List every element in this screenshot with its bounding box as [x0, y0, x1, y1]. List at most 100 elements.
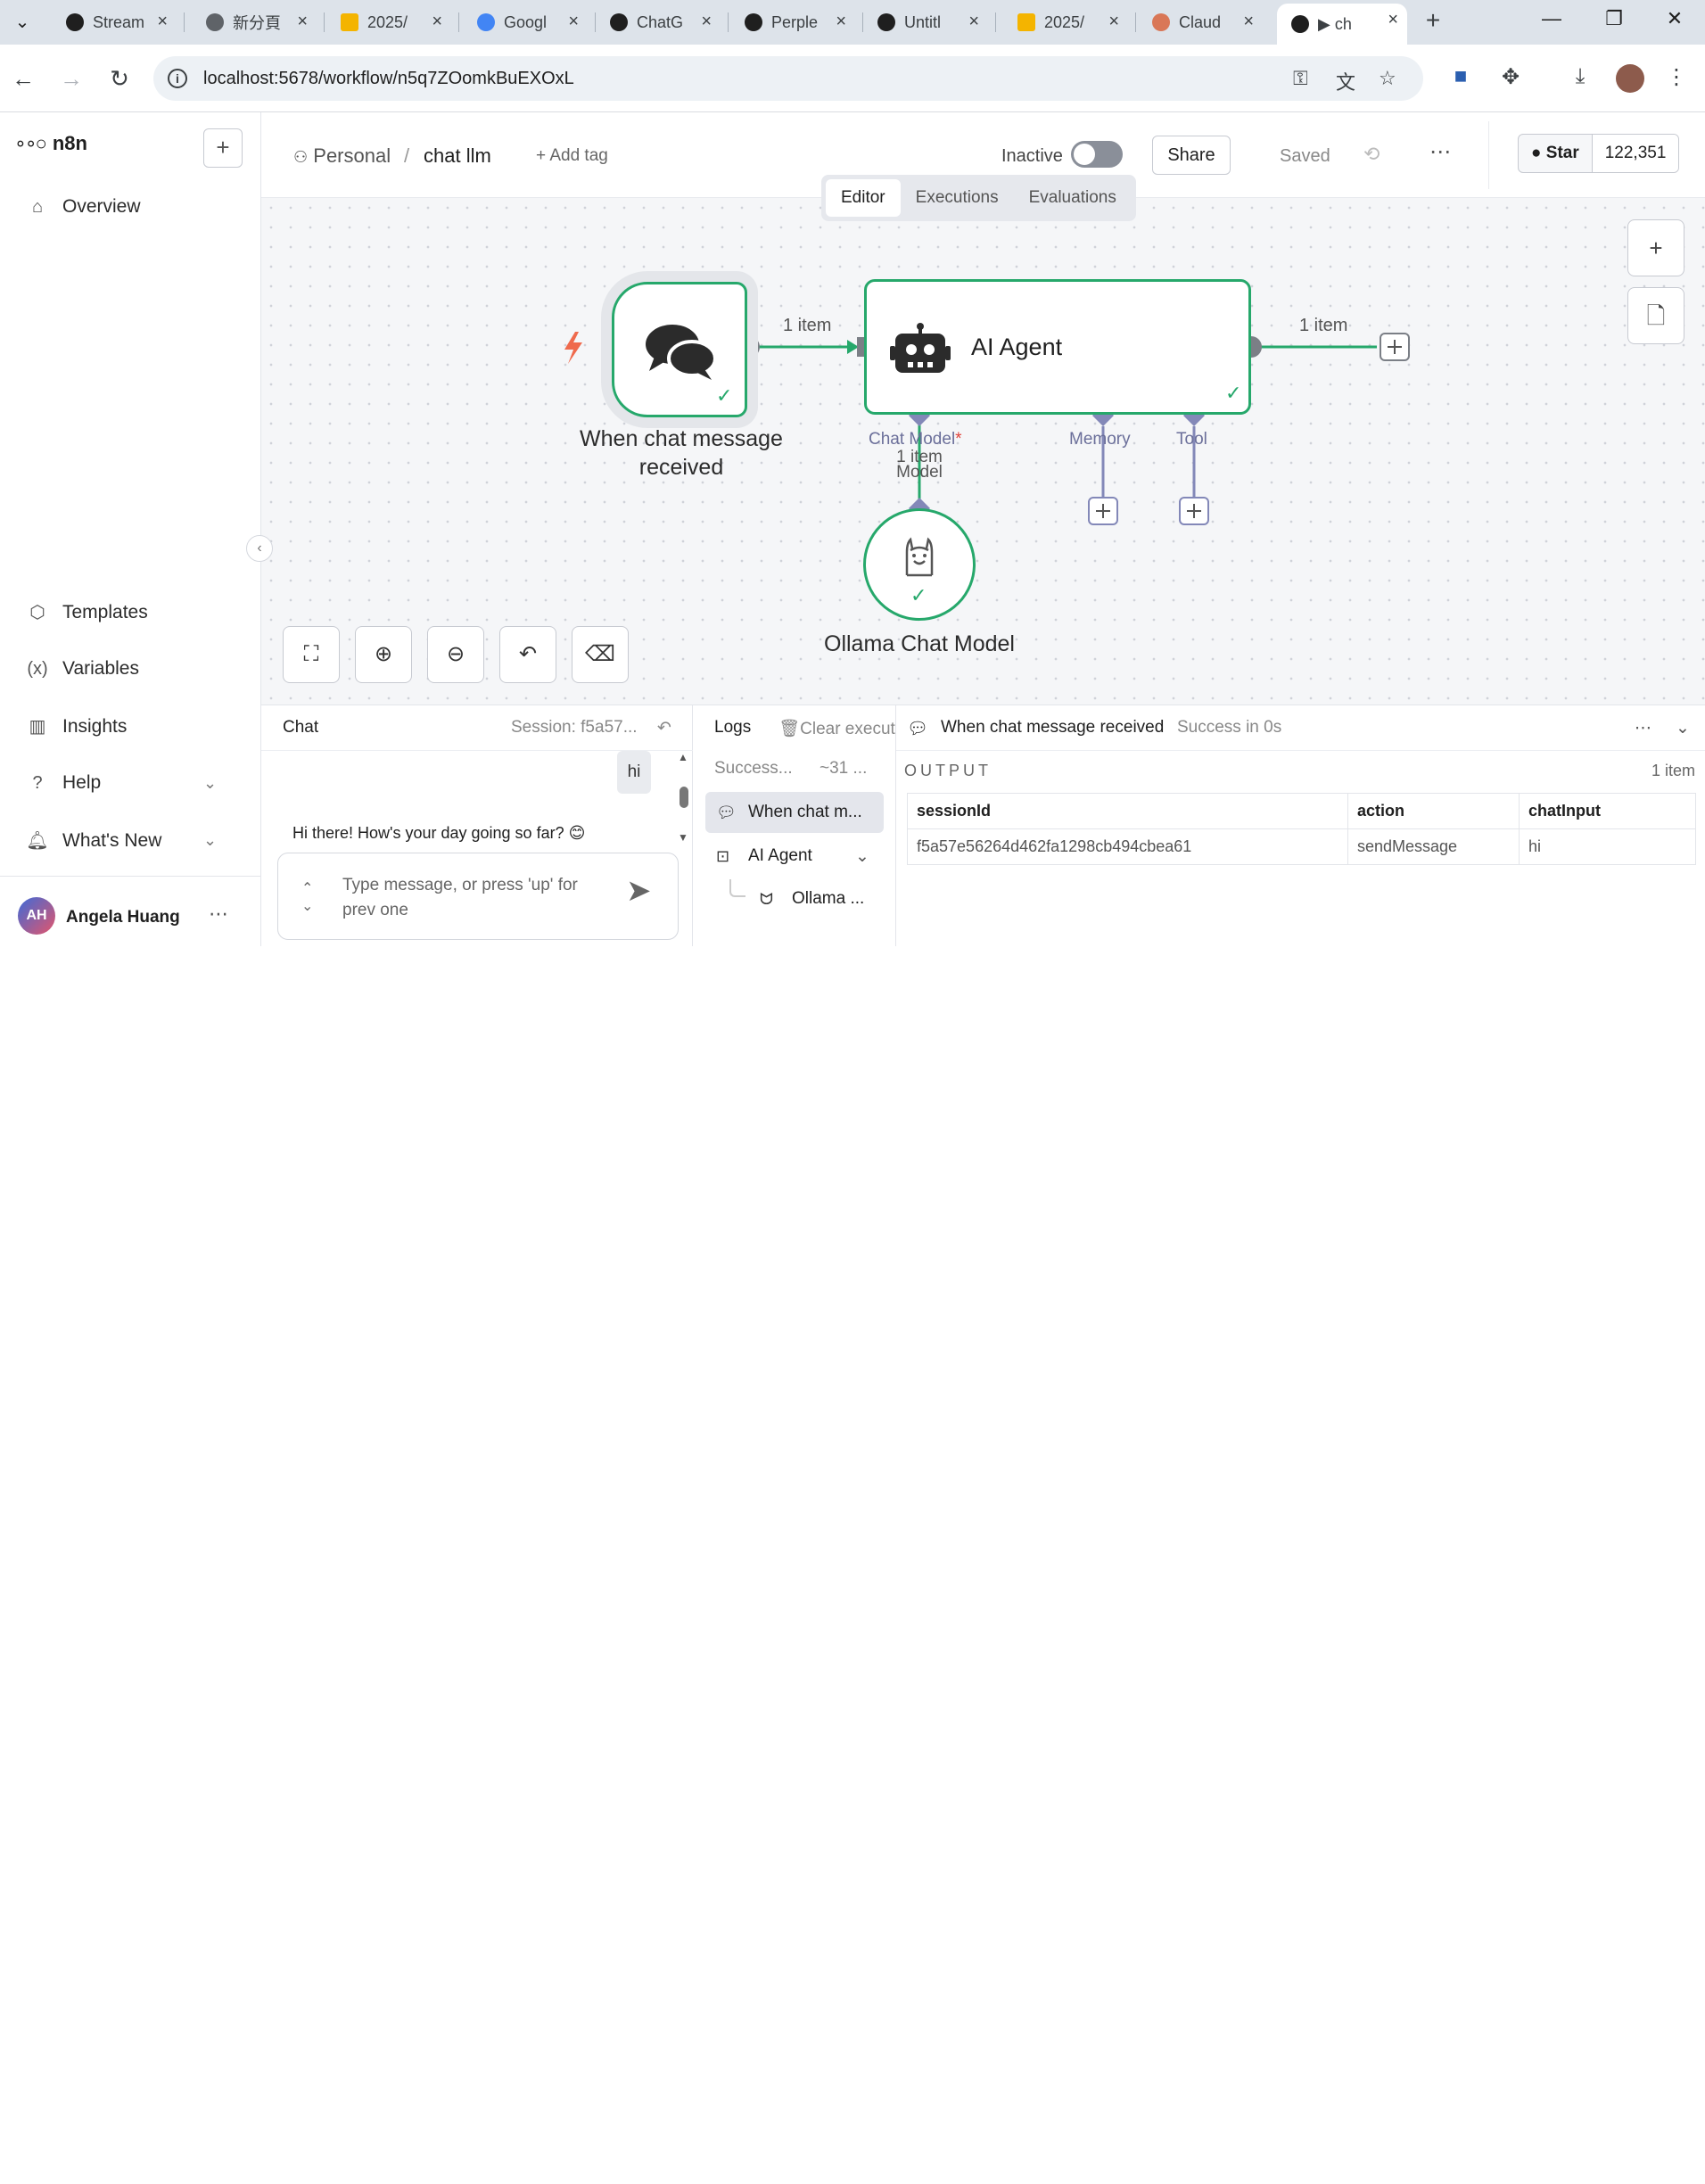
tidy-up-button[interactable]: ⌫ — [572, 626, 629, 683]
add-node-button[interactable]: + — [1627, 219, 1684, 276]
sidebar-item-whats-new[interactable]: 🔔︎ What's New ⌄ — [25, 829, 217, 852]
chat-input-placeholder[interactable]: Type message, or press 'up' for prev one — [342, 873, 610, 923]
history-icon[interactable]: ⟲ — [1363, 143, 1380, 166]
github-icon: ● — [1531, 144, 1542, 162]
tab-active[interactable]: ▶ ch × — [1277, 4, 1407, 45]
tab-editor[interactable]: Editor — [826, 179, 901, 217]
profile-avatar[interactable] — [1616, 64, 1644, 93]
close-tab-icon[interactable]: × — [157, 12, 168, 32]
n8n-logo[interactable]: ∘∘○ n8n — [14, 132, 87, 155]
tab-executions[interactable]: Executions — [901, 179, 1014, 217]
create-button[interactable]: + — [203, 128, 243, 168]
reset-zoom-button[interactable]: ↶ — [499, 626, 556, 683]
share-button[interactable]: Share — [1152, 136, 1231, 175]
close-tab-icon[interactable]: × — [1388, 10, 1398, 30]
extension-app-icon[interactable]: ■ — [1446, 64, 1475, 89]
browser-tab[interactable]: 新分頁 × — [192, 5, 317, 39]
address-bar[interactable]: i localhost:5678/workflow/n5q7ZOomkBuEXO… — [153, 56, 1423, 101]
panel-collapse-chevron-icon[interactable]: ⌄ — [1676, 718, 1690, 738]
bookmark-star-icon[interactable]: ☆ — [1379, 67, 1396, 90]
sidebar-item-overview[interactable]: ⌂ Overview — [25, 196, 141, 218]
browser-tab[interactable]: Googl × — [463, 5, 588, 39]
scroll-up-icon[interactable]: ▲ — [678, 751, 688, 763]
close-tab-icon[interactable]: × — [836, 12, 846, 32]
new-tab-button[interactable]: + — [1420, 7, 1446, 34]
url-text[interactable]: localhost:5678/workflow/n5q7ZOomkBuEXOxL — [203, 69, 574, 89]
site-info-icon[interactable]: i — [168, 69, 187, 88]
chat-icon: 💬︎ — [716, 803, 737, 821]
minimize-icon[interactable]: — — [1534, 7, 1569, 30]
scroll-thumb[interactable] — [680, 787, 688, 808]
restore-icon[interactable]: ❐ — [1596, 7, 1632, 30]
breadcrumb-project[interactable]: ⚇ Personal — [293, 144, 391, 168]
log-entry-ai-agent[interactable]: ⊡ AI Agent ⌄ — [705, 836, 884, 877]
workflow-canvas[interactable]: ✓ ✓ AI Agent ✓ When chat message receive… — [261, 198, 1705, 705]
zoom-in-button[interactable]: ⊕ — [355, 626, 412, 683]
browser-tab[interactable]: Perple × — [730, 5, 855, 39]
column-header-session-id[interactable]: sessionId — [907, 793, 1348, 829]
sidebar-item-variables[interactable]: (x) Variables — [25, 658, 139, 680]
tab-evaluations[interactable]: Evaluations — [1014, 179, 1132, 217]
tab-search-chevron-icon[interactable]: ⌄ — [9, 9, 36, 36]
browser-tab[interactable]: Claud × — [1138, 5, 1263, 39]
close-tab-icon[interactable]: × — [968, 12, 979, 32]
send-icon[interactable]: ➤ — [626, 873, 652, 909]
chat-input[interactable]: ⌃ ⌄ Type message, or press 'up' for prev … — [277, 853, 679, 940]
scroll-down-icon[interactable]: ▼ — [678, 831, 688, 844]
close-tab-icon[interactable]: × — [1108, 12, 1119, 32]
browser-tab[interactable]: Stream × — [52, 5, 177, 39]
fit-view-button[interactable]: ⛶ — [283, 626, 340, 683]
user-menu-icon[interactable]: ⋯ — [209, 902, 228, 926]
workflow-menu-icon[interactable]: ⋯ — [1429, 139, 1451, 165]
log-entry-chat-trigger[interactable]: 💬︎ When chat m... — [705, 792, 884, 833]
chat-scrollbar[interactable]: ▲ ▼ — [678, 751, 690, 845]
password-key-icon[interactable]: ⚿ — [1293, 67, 1308, 90]
chat-session-id[interactable]: Session: f5a57... — [511, 718, 638, 738]
close-tab-icon[interactable]: × — [568, 12, 579, 32]
browser-tab[interactable]: 2025/ × — [1003, 5, 1128, 39]
download-icon[interactable]: ⤓ — [1566, 64, 1594, 89]
reset-session-icon[interactable]: ↶ — [657, 718, 671, 738]
workflow-name[interactable]: chat llm — [424, 144, 491, 168]
tab-title: Stream — [93, 12, 145, 31]
cell-chat-input[interactable]: hi — [1519, 828, 1696, 865]
node-chat-trigger[interactable]: ✓ — [612, 282, 747, 417]
browser-tab[interactable]: 2025/ × — [326, 5, 451, 39]
extensions-puzzle-icon[interactable]: ✥ — [1496, 64, 1525, 90]
column-header-action[interactable]: action — [1347, 793, 1520, 829]
browser-menu-icon[interactable]: ⋮ — [1662, 64, 1691, 90]
clear-execution-button[interactable]: 🗑︎Clear execut — [778, 718, 896, 739]
cell-action[interactable]: sendMessage — [1347, 828, 1520, 865]
back-icon[interactable]: ← — [7, 62, 39, 95]
chevron-down-icon[interactable]: ⌄ — [855, 846, 869, 867]
close-tab-icon[interactable]: × — [297, 12, 308, 32]
add-tag-button[interactable]: + Add tag — [536, 146, 608, 166]
node-ollama-chat-model[interactable]: ✓ — [863, 508, 976, 621]
close-tab-icon[interactable]: × — [1243, 12, 1254, 32]
breadcrumb-separator: / — [404, 144, 410, 167]
close-tab-icon[interactable]: × — [701, 12, 712, 32]
avatar[interactable]: AH — [18, 897, 55, 935]
close-window-icon[interactable]: ✕ — [1657, 7, 1693, 30]
activation-toggle[interactable] — [1071, 141, 1123, 168]
history-arrows-icon[interactable]: ⌃ ⌄ — [301, 880, 313, 916]
tab-favicon-icon — [206, 13, 224, 31]
forward-icon[interactable]: → — [55, 62, 87, 95]
browser-tab[interactable]: ChatG × — [596, 5, 721, 39]
tab-title: ▶ ch — [1318, 14, 1352, 33]
browser-tab[interactable]: Untitl × — [863, 5, 988, 39]
reload-icon[interactable]: ↻ — [103, 62, 136, 95]
output-more-icon[interactable]: ⋯ — [1635, 718, 1651, 738]
sticky-note-button[interactable]: 🗋︎ — [1627, 287, 1684, 344]
sidebar-item-insights[interactable]: ▥ Insights — [25, 715, 128, 738]
log-entry-ollama[interactable]: ᗢ Ollama ... — [749, 878, 883, 919]
sidebar-collapse-button[interactable]: ‹ — [246, 535, 273, 562]
translate-icon[interactable]: 文 — [1336, 67, 1355, 95]
column-header-chat-input[interactable]: chatInput — [1519, 793, 1696, 829]
cell-session-id[interactable]: f5a57e56264d462fa1298cb494cbea61 — [907, 828, 1348, 865]
close-tab-icon[interactable]: × — [432, 12, 442, 32]
zoom-out-button[interactable]: ⊖ — [427, 626, 484, 683]
sidebar-item-help[interactable]: ? Help ⌄ — [25, 772, 217, 794]
sidebar-item-templates[interactable]: ⬡ Templates — [25, 601, 147, 623]
github-star-button[interactable]: ● Star 122,351 — [1518, 134, 1680, 173]
